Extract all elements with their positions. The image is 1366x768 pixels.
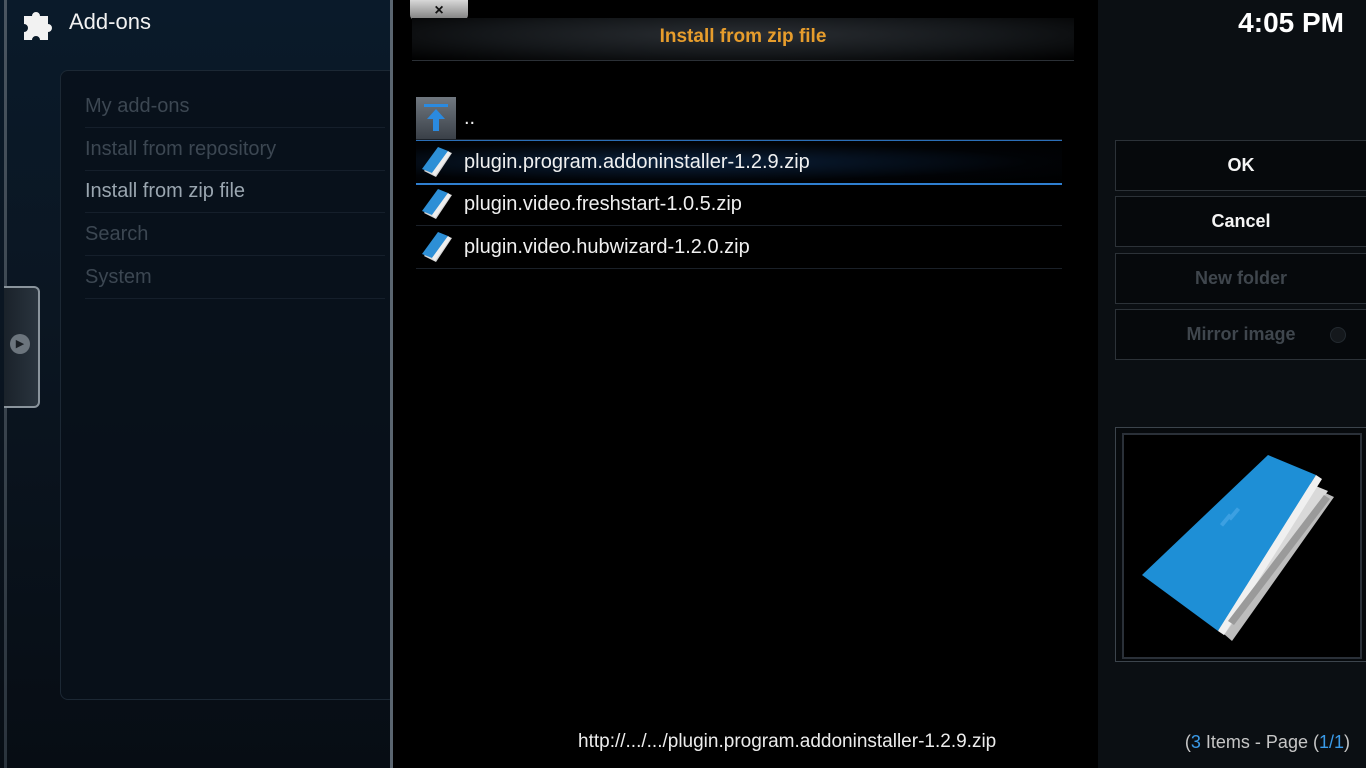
zip-file-icon (422, 189, 452, 219)
parent-folder-icon (416, 97, 456, 139)
items-page-count: (3 Items - Page (1/1) (1184, 732, 1350, 752)
menu-item-install-from-zip[interactable]: Install from zip file (85, 170, 385, 213)
menu-item-my-addons[interactable]: My add-ons (85, 85, 385, 128)
mirror-image-radio-icon (1330, 327, 1346, 343)
zip-file-icon (422, 147, 452, 177)
clock: 4:05 PM (1238, 7, 1344, 38)
menu-item-install-from-repository[interactable]: Install from repository (85, 128, 385, 171)
zip-file-large-icon (1142, 455, 1334, 641)
new-folder-button[interactable]: New folder (1115, 253, 1366, 304)
side-menu-arrow-icon[interactable]: ▶ (10, 334, 30, 354)
list-item[interactable]: plugin.video.hubwizard-1.2.0.zip (416, 226, 1062, 269)
close-button[interactable]: × (410, 0, 468, 20)
file-label: plugin.video.freshstart-1.0.5.zip (464, 193, 742, 215)
file-label: plugin.video.hubwizard-1.2.0.zip (464, 236, 750, 258)
mirror-image-label: Mirror image (1186, 324, 1296, 344)
puzzle-icon (24, 12, 52, 40)
menu-item-system[interactable]: System (85, 256, 385, 299)
list-item-parent-folder[interactable]: .. (416, 97, 1062, 140)
list-item-selected[interactable]: plugin.program.addoninstaller-1.2.9.zip (416, 140, 1062, 185)
selected-file-path: http://.../.../plugin.program.addoninsta… (578, 731, 997, 752)
preview-image (1122, 433, 1362, 659)
file-label: plugin.program.addoninstaller-1.2.9.zip (464, 151, 810, 173)
cancel-button[interactable]: Cancel (1115, 196, 1366, 247)
list-item[interactable]: plugin.video.freshstart-1.0.5.zip (416, 183, 1062, 226)
file-preview (1115, 427, 1366, 662)
menu-item-search[interactable]: Search (85, 213, 385, 256)
item-count: 3 (1190, 732, 1201, 752)
ok-button[interactable]: OK (1115, 140, 1366, 191)
zip-file-icon (422, 232, 452, 262)
dialog-title: Install from zip file (659, 26, 827, 47)
file-label: .. (464, 107, 476, 129)
page-title: Add-ons (69, 9, 151, 34)
mirror-image-toggle[interactable]: Mirror image (1115, 309, 1366, 360)
page-number: 1/1 (1318, 732, 1344, 752)
